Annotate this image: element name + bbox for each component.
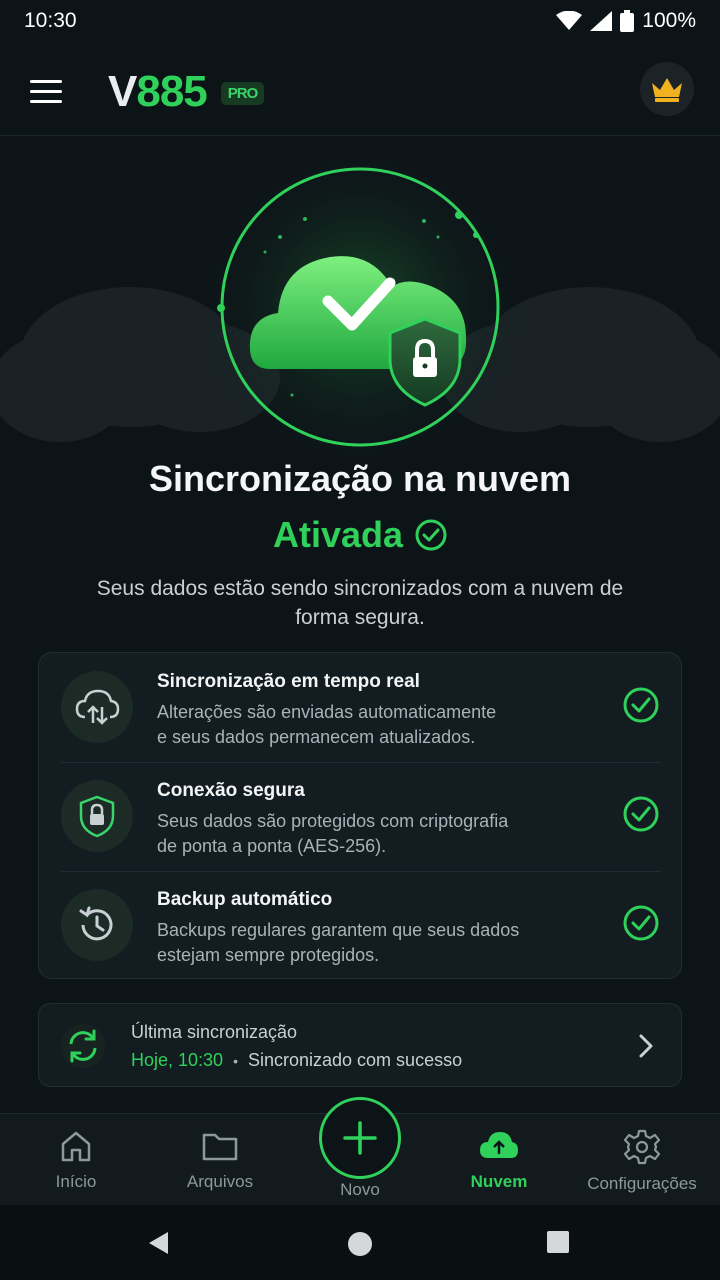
nav-item-configuracoes[interactable]: Configurações (572, 1114, 712, 1206)
cloud-sync-icon (61, 671, 133, 743)
feature-secure-connection: Conexão segura Seus dados são protegidos… (39, 762, 683, 871)
status-text: Ativada (272, 514, 404, 555)
feature-description: Backups regulares garantem que seus dado… (157, 920, 520, 965)
app-logo: V 885 PRO (108, 67, 265, 117)
status-time: 10:30 (24, 9, 77, 32)
gear-icon (623, 1129, 661, 1165)
folder-icon (202, 1133, 238, 1161)
new-button-label: Novo (340, 1180, 380, 1199)
features-card: Sincronização em tempo real Alterações s… (38, 652, 682, 979)
check-circle-icon (623, 905, 659, 941)
app-bar: V 885 PRO (0, 48, 720, 136)
feature-title: Conexão segura (157, 780, 305, 801)
signal-icon (590, 11, 613, 31)
feature-title: Sincronização em tempo real (157, 671, 420, 692)
menu-icon[interactable] (30, 72, 70, 112)
home-icon (61, 1131, 91, 1162)
separator-dot: • (233, 1052, 238, 1069)
crown-icon (652, 78, 682, 102)
status-bar: 10:30 100% (0, 0, 720, 42)
feature-title: Backup automático (157, 889, 333, 910)
page-title: Sincronização na nuvem (148, 458, 572, 499)
bottom-navigation: Início Arquivos Novo Nuvem Configurações (0, 1097, 720, 1206)
check-circle-icon (623, 687, 659, 723)
feature-description: Alterações são enviadas automaticamente e… (157, 702, 497, 747)
history-icon (61, 889, 133, 961)
last-sync-detail: Hoje, 10:30 • Sincronizado com sucesso (131, 1050, 462, 1071)
last-sync-time: Hoje, 10:30 (131, 1050, 224, 1070)
last-sync-label: Última sincronização (131, 1022, 298, 1042)
nav-item-inicio[interactable]: Início (6, 1114, 146, 1206)
check-circle-icon (623, 796, 659, 832)
status-icons: 100% (556, 9, 696, 33)
sync-icon (61, 1024, 105, 1068)
back-icon[interactable] (146, 1230, 172, 1261)
page-subtitle: Seus dados estão sendo sincronizados com… (96, 577, 624, 629)
feature-auto-backup: Backup automático Backups regulares gara… (39, 871, 683, 980)
shield-lock-icon (61, 780, 133, 852)
feature-description: Seus dados são protegidos com criptograf… (157, 811, 509, 856)
battery-icon (620, 10, 635, 32)
last-sync-card[interactable]: Última sincronização Hoje, 10:30 • Sincr… (38, 1003, 682, 1087)
hero-illustration (0, 137, 720, 467)
cloud-icon (480, 1132, 518, 1158)
nav-item-nuvem[interactable]: Nuvem (429, 1114, 569, 1206)
new-button[interactable] (319, 1097, 401, 1179)
pro-badge: PRO (220, 82, 265, 105)
feature-realtime-sync: Sincronização em tempo real Alterações s… (39, 653, 683, 762)
recents-icon[interactable] (546, 1230, 570, 1259)
plus-icon (343, 1121, 377, 1155)
home-button-icon[interactable] (346, 1230, 374, 1263)
last-sync-status: Sincronizado com sucesso (247, 1050, 463, 1070)
system-navigation-bar (0, 1205, 720, 1280)
battery-level: 100% (642, 9, 696, 32)
premium-button[interactable] (640, 62, 694, 116)
nav-item-arquivos[interactable]: Arquivos (150, 1114, 290, 1206)
wifi-icon (556, 11, 583, 30)
chevron-right-icon (639, 1034, 653, 1058)
sync-status-active: Ativada (0, 514, 720, 556)
check-circle-icon (415, 519, 447, 551)
